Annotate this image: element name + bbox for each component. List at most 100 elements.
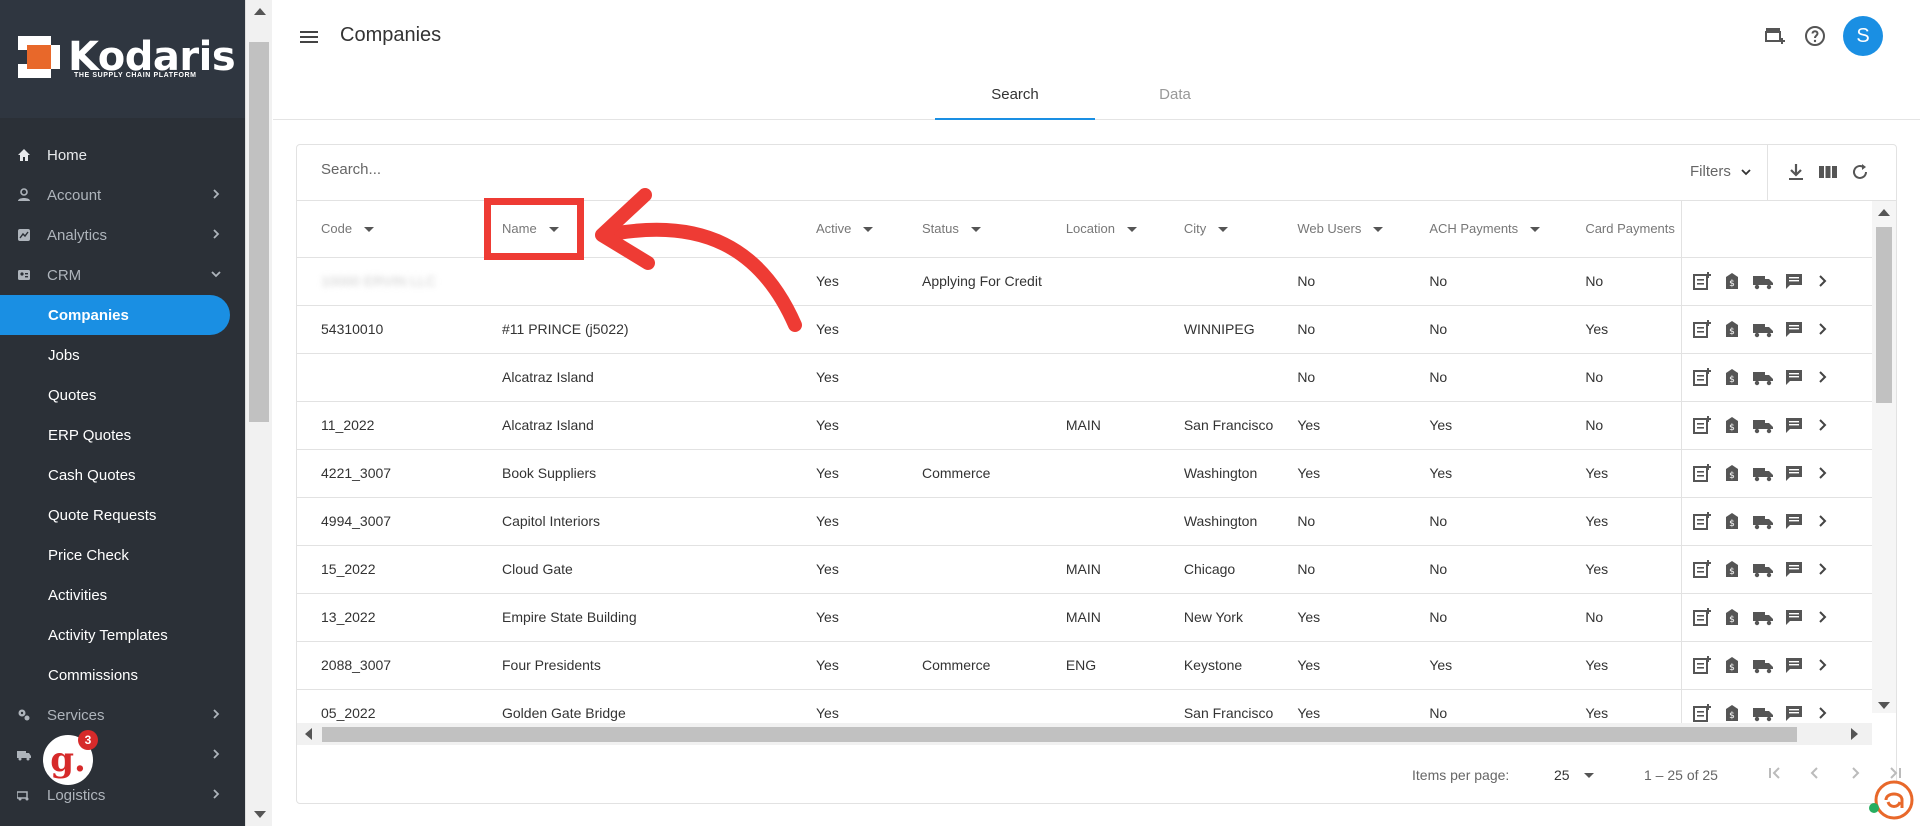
add-note-icon[interactable] bbox=[1692, 367, 1712, 387]
shipping-truck-icon[interactable] bbox=[1752, 703, 1774, 723]
add-note-icon[interactable] bbox=[1692, 703, 1712, 723]
add-note-icon[interactable] bbox=[1692, 463, 1712, 483]
sidebar-item-erp-quotes[interactable]: ERP Quotes bbox=[0, 415, 245, 455]
pricing-icon[interactable]: $ bbox=[1722, 415, 1742, 435]
download-icon[interactable] bbox=[1785, 161, 1807, 183]
chevron-right-icon[interactable] bbox=[1814, 415, 1832, 435]
sort-arrow-icon[interactable] bbox=[1373, 227, 1384, 233]
sort-arrow-icon[interactable] bbox=[863, 227, 874, 233]
sidebar-item-quote-requests[interactable]: Quote Requests bbox=[0, 495, 245, 535]
sidebar-item-companies[interactable]: Companies bbox=[0, 295, 230, 335]
sidebar-item-activity-templates[interactable]: Activity Templates bbox=[0, 615, 245, 655]
column-header-web-users[interactable]: Web Users bbox=[1273, 201, 1406, 258]
shipping-truck-icon[interactable] bbox=[1752, 559, 1774, 579]
scroll-down-arrow-icon[interactable] bbox=[254, 811, 266, 818]
sidebar-scrollbar[interactable] bbox=[245, 0, 272, 826]
table-row[interactable]: 2088_3007 Four Presidents Yes Commerce ENG Ke… bbox=[297, 641, 1882, 690]
pricing-icon[interactable]: $ bbox=[1722, 559, 1742, 579]
search-input[interactable] bbox=[321, 161, 921, 178]
sidebar-item-services[interactable]: Services bbox=[0, 695, 245, 735]
pricing-icon[interactable]: $ bbox=[1722, 655, 1742, 675]
chevron-right-icon[interactable] bbox=[1814, 607, 1832, 627]
logo-area[interactable]: Kodaris THE SUPPLY CHAIN PLATFORM bbox=[0, 0, 245, 118]
add-note-icon[interactable] bbox=[1692, 655, 1712, 675]
sidebar-item-logistics[interactable]: Logistics bbox=[0, 775, 245, 815]
column-header-ach-payments[interactable]: ACH Payments bbox=[1405, 201, 1562, 258]
add-store-icon[interactable] bbox=[1763, 24, 1787, 48]
shipping-truck-icon[interactable] bbox=[1752, 511, 1774, 531]
scrollbar-thumb[interactable] bbox=[1876, 227, 1892, 403]
chat-support-icon[interactable] bbox=[1868, 778, 1914, 822]
message-icon[interactable] bbox=[1784, 271, 1804, 291]
tab-search[interactable]: Search bbox=[935, 78, 1095, 120]
chevron-right-icon[interactable] bbox=[1814, 367, 1832, 387]
message-icon[interactable] bbox=[1784, 703, 1804, 723]
table-viewport[interactable]: Code Name Active Status Location City We… bbox=[297, 201, 1896, 731]
column-header-city[interactable]: City bbox=[1159, 201, 1274, 258]
shipping-truck-icon[interactable] bbox=[1752, 415, 1774, 435]
table-row[interactable]: 54310010 #11 PRINCE (j5022) Yes WINNIPEG No N… bbox=[297, 305, 1882, 354]
chevron-right-icon[interactable] bbox=[1814, 559, 1832, 579]
message-icon[interactable] bbox=[1784, 511, 1804, 531]
previous-page-icon[interactable] bbox=[1805, 763, 1825, 783]
add-note-icon[interactable] bbox=[1692, 511, 1712, 531]
column-header-location[interactable]: Location bbox=[1041, 201, 1160, 258]
message-icon[interactable] bbox=[1784, 367, 1804, 387]
avatar[interactable]: S bbox=[1843, 16, 1883, 56]
add-note-icon[interactable] bbox=[1692, 271, 1712, 291]
pricing-icon[interactable]: $ bbox=[1722, 271, 1742, 291]
table-vertical-scrollbar[interactable] bbox=[1872, 201, 1896, 713]
message-icon[interactable] bbox=[1784, 463, 1804, 483]
table-row[interactable]: 4221_3007 Book Suppliers Yes Commerce Washin… bbox=[297, 449, 1882, 498]
message-icon[interactable] bbox=[1784, 559, 1804, 579]
menu-icon[interactable] bbox=[298, 28, 320, 46]
chevron-right-icon[interactable] bbox=[1814, 703, 1832, 723]
column-header-code[interactable]: Code bbox=[297, 201, 478, 258]
chevron-right-icon[interactable] bbox=[1814, 271, 1832, 291]
column-header-card-payments[interactable]: Card Payments bbox=[1561, 201, 1682, 258]
sidebar-item-jobs[interactable]: Jobs bbox=[0, 335, 245, 375]
message-icon[interactable] bbox=[1784, 655, 1804, 675]
tab-data[interactable]: Data bbox=[1095, 78, 1255, 120]
scroll-down-arrow-icon[interactable] bbox=[1878, 702, 1890, 709]
sort-arrow-icon[interactable] bbox=[970, 227, 981, 233]
table-row[interactable]: 15_2022 Cloud Gate Yes MAIN Chicago No No Yes $ bbox=[297, 545, 1882, 594]
pricing-icon[interactable]: $ bbox=[1722, 703, 1742, 723]
filters-dropdown[interactable]: Filters bbox=[1690, 163, 1753, 180]
sidebar-item-quotes[interactable]: Quotes bbox=[0, 375, 245, 415]
table-row[interactable]: 13_2022 Empire State Building Yes MAIN New Y… bbox=[297, 593, 1882, 642]
chevron-right-icon[interactable] bbox=[1814, 655, 1832, 675]
page-size-select[interactable]: 25 bbox=[1554, 767, 1594, 783]
scroll-left-arrow-icon[interactable] bbox=[305, 728, 312, 740]
sidebar-item-shipping[interactable] bbox=[0, 735, 245, 775]
sort-arrow-icon[interactable] bbox=[1530, 227, 1541, 233]
scroll-up-arrow-icon[interactable] bbox=[254, 8, 266, 15]
sort-arrow-icon[interactable] bbox=[1126, 227, 1137, 233]
sidebar-item-home[interactable]: Home bbox=[0, 135, 245, 175]
table-row[interactable]: 4994_3007 Capitol Interiors Yes Washington N… bbox=[297, 497, 1882, 546]
first-page-icon[interactable] bbox=[1765, 763, 1785, 783]
chevron-right-icon[interactable] bbox=[1814, 319, 1832, 339]
add-note-icon[interactable] bbox=[1692, 319, 1712, 339]
scrollbar-thumb[interactable] bbox=[249, 42, 269, 422]
table-horizontal-scrollbar[interactable] bbox=[297, 723, 1872, 745]
table-row[interactable]: 10000 ERVIN LLC Yes Applying For Credit No N… bbox=[297, 257, 1882, 306]
scroll-up-arrow-icon[interactable] bbox=[1878, 209, 1890, 216]
message-icon[interactable] bbox=[1784, 607, 1804, 627]
sort-arrow-icon[interactable] bbox=[1218, 227, 1229, 233]
pricing-icon[interactable]: $ bbox=[1722, 319, 1742, 339]
table-row[interactable]: 11_2022 Alcatraz Island Yes MAIN San Francis… bbox=[297, 401, 1882, 450]
message-icon[interactable] bbox=[1784, 415, 1804, 435]
shipping-truck-icon[interactable] bbox=[1752, 271, 1774, 291]
pricing-icon[interactable]: $ bbox=[1722, 511, 1742, 531]
refresh-icon[interactable] bbox=[1849, 161, 1871, 183]
table-row[interactable]: Alcatraz Island Yes No No No $ bbox=[297, 353, 1882, 402]
chevron-right-icon[interactable] bbox=[1814, 463, 1832, 483]
add-note-icon[interactable] bbox=[1692, 415, 1712, 435]
shipping-truck-icon[interactable] bbox=[1752, 463, 1774, 483]
sidebar-item-activities[interactable]: Activities bbox=[0, 575, 245, 615]
pricing-icon[interactable]: $ bbox=[1722, 463, 1742, 483]
shipping-truck-icon[interactable] bbox=[1752, 607, 1774, 627]
chevron-right-icon[interactable] bbox=[1814, 511, 1832, 531]
shipping-truck-icon[interactable] bbox=[1752, 367, 1774, 387]
